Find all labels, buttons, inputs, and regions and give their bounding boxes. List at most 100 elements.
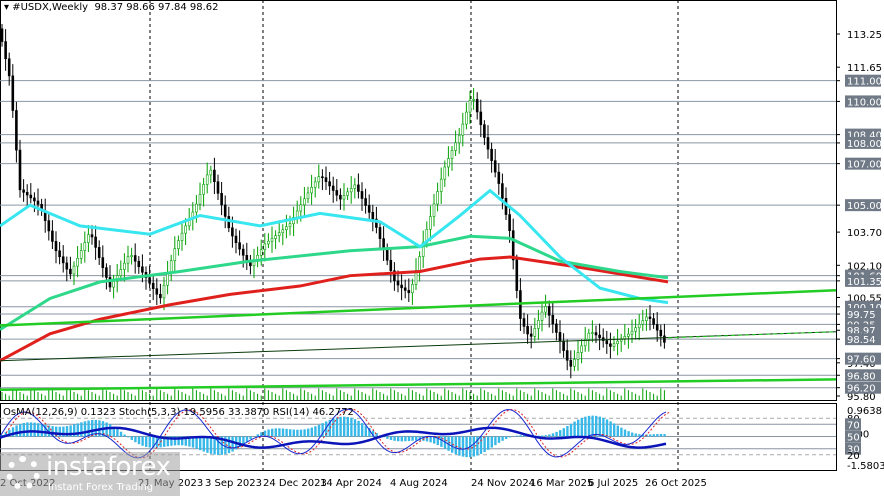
osma-bar [555, 432, 557, 437]
candle-body [141, 267, 143, 272]
candle-body [314, 182, 316, 187]
osma-bar [199, 437, 201, 451]
candle-body [5, 42, 7, 59]
osma-bar [609, 421, 611, 436]
candle-body [203, 185, 205, 195]
candle-body [545, 307, 547, 313]
candle-body [325, 178, 327, 182]
osma-bar [491, 437, 493, 448]
osma-bar [458, 437, 460, 456]
candle-body [343, 195, 345, 199]
osma-bar [296, 430, 298, 437]
osma-bar [275, 428, 277, 436]
osma-bar [41, 424, 43, 437]
candle-body [469, 100, 471, 112]
candle-body [264, 244, 266, 250]
candle-body [87, 235, 89, 243]
candle-body [372, 212, 374, 219]
osma-bar [203, 437, 205, 452]
candle-body [199, 194, 201, 204]
ohlc-values: 98.37 98.66 97.84 98.62 [94, 2, 218, 13]
candle-body [19, 150, 21, 190]
osma-bar [231, 437, 233, 452]
candle-body [645, 317, 647, 321]
osma-bar [455, 437, 457, 455]
candle-body [48, 221, 50, 231]
osma-bar [588, 416, 590, 437]
candle-body [653, 319, 655, 325]
candle-body [185, 226, 187, 233]
osma-bar [462, 437, 464, 457]
candle-body [617, 341, 619, 344]
candle-body [350, 188, 352, 191]
candle-body [80, 250, 82, 258]
osma-bar [339, 417, 341, 437]
osma-bar [548, 434, 550, 436]
candle-body [271, 239, 273, 242]
candle-body [361, 191, 363, 198]
candle-body [15, 110, 17, 150]
candle-body [599, 335, 601, 338]
osma-bar [123, 435, 125, 437]
logo-brand: instaforex [46, 452, 170, 482]
osma-bar [15, 425, 17, 436]
candle-body [473, 99, 475, 100]
candle-body [242, 249, 244, 255]
osma-bar [613, 423, 615, 436]
candle-body [51, 231, 53, 242]
candle-body [541, 312, 543, 320]
candle-body [606, 341, 608, 344]
gear-logo-icon [6, 456, 40, 490]
level-price-label: 110.00 [847, 97, 882, 108]
chart-header: ▾ #USDX,Weekly 98.37 98.66 97.84 98.62 [4, 2, 219, 13]
candle-body [559, 332, 561, 340]
candle-body [480, 112, 482, 125]
osma-bar [307, 429, 309, 437]
candle-body [577, 353, 579, 360]
osma-bar [584, 417, 586, 437]
osma-bar [483, 437, 485, 453]
osma-bar [393, 437, 395, 441]
candle-body [206, 175, 208, 185]
osma-bar [415, 437, 417, 441]
candle-body [512, 231, 514, 260]
candle-body [289, 224, 291, 227]
candle-body [210, 170, 212, 175]
osma-bar [501, 437, 503, 441]
osma-bar [131, 437, 133, 440]
candle-body [23, 190, 25, 193]
date-label: 26 Oct 2025 [645, 478, 707, 489]
osma-bar [271, 429, 273, 437]
candle-body [401, 285, 403, 288]
chart-window[interactable]: 113.25111.65103.70102.10100.5597.4095.80… [0, 0, 884, 496]
osma-bar [84, 421, 86, 436]
price-chart[interactable]: 113.25111.65103.70102.10100.5597.4095.80… [0, 0, 884, 496]
candle-body [213, 170, 215, 182]
candle-body [149, 278, 151, 283]
candle-body [537, 320, 539, 328]
candle-body [260, 250, 262, 256]
candle-body [156, 289, 158, 295]
candle-body [483, 125, 485, 138]
candle-body [552, 315, 554, 324]
osma-bar [404, 437, 406, 442]
candle-body [573, 359, 575, 366]
candle-body [631, 331, 633, 334]
osma-bar [653, 434, 655, 436]
candle-body [595, 333, 597, 335]
candle-body [102, 258, 104, 268]
candle-body [447, 159, 449, 167]
price-tick-label: 113.25 [847, 30, 882, 41]
candle-body [530, 334, 532, 336]
date-label: 16 Mar 2025 [530, 478, 593, 489]
candle-body [444, 167, 446, 179]
osma-bar [282, 429, 284, 437]
candle-body [307, 193, 309, 199]
candle-body [354, 185, 356, 188]
osma-bar [37, 423, 39, 436]
candle-body [660, 330, 662, 336]
osma-min-label: -1.5803 [847, 461, 884, 472]
level-price-label: 98.54 [847, 335, 876, 346]
collapse-arrow-icon[interactable]: ▾ [4, 2, 12, 13]
candle-body [534, 328, 536, 336]
